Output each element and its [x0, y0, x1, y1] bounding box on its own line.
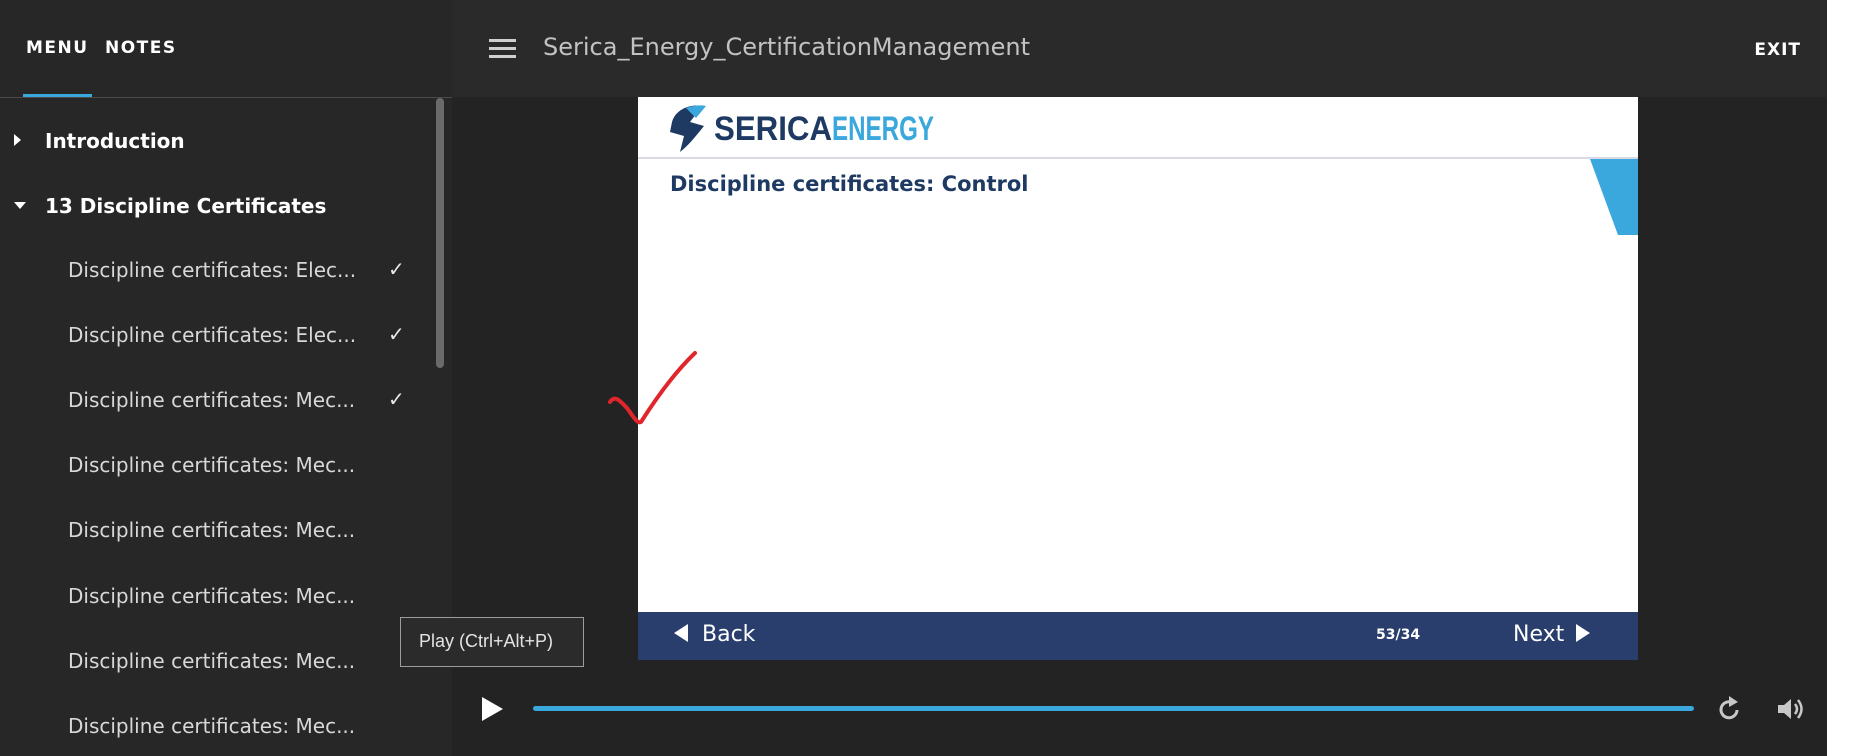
sidebar-scrollbar[interactable] [436, 98, 444, 368]
list-item[interactable]: Discipline certificates: Mec... [0, 699, 430, 755]
tooltip-text: Play (Ctrl+Alt+P) [419, 631, 554, 651]
list-item-label: Discipline certificates: Mec... [68, 649, 356, 673]
slide-title: Discipline certificates: Control [670, 172, 1029, 196]
page-counter: 53/34 [1376, 627, 1421, 643]
progress-bar[interactable] [533, 706, 1694, 711]
tab-menu[interactable]: MENU [26, 38, 89, 58]
corner-accent [1590, 159, 1638, 235]
back-arrow-icon [674, 624, 688, 642]
logo-part2: ENERGY [832, 110, 934, 148]
sidebar-tabs: MENU NOTES [0, 0, 452, 98]
list-item-label: Discipline certificates: Elec... [68, 323, 357, 347]
checkmark-icon: ✓ [388, 257, 405, 281]
list-item[interactable]: Discipline certificates: Mec... ✓ [0, 373, 430, 429]
play-tooltip: Play (Ctrl+Alt+P) [400, 617, 584, 667]
next-label: Next [1513, 622, 1565, 647]
list-item-label: Discipline certificates: Elec... [68, 258, 357, 282]
caret-down-icon [14, 202, 26, 209]
section-introduction[interactable]: Introduction [0, 115, 430, 169]
list-item-label: Discipline certificates: Mec... [68, 714, 356, 738]
volume-icon[interactable] [1775, 695, 1805, 723]
red-checkmark-annotation [608, 351, 697, 425]
list-item[interactable]: Discipline certificates: Elec... ✓ [0, 243, 430, 299]
sidebar: MENU NOTES Introduction 13 Discipline Ce… [0, 0, 452, 756]
caret-right-icon [14, 134, 21, 146]
active-tab-indicator [23, 94, 92, 97]
next-arrow-icon [1576, 624, 1591, 642]
list-item[interactable]: Discipline certificates: Mec... [0, 569, 430, 625]
top-bar: Serica_Energy_CertificationManagement EX… [452, 0, 1827, 97]
serica-energy-logo: SERICA ENERGY [670, 105, 934, 152]
exit-button[interactable]: EXIT [1754, 40, 1801, 60]
list-item-label: Discipline certificates: Mec... [68, 453, 356, 477]
section-label: 13 Discipline Certificates [45, 194, 327, 218]
back-button[interactable]: Back [674, 622, 755, 647]
list-item[interactable]: Discipline certificates: Elec... ✓ [0, 308, 430, 364]
list-item[interactable]: Discipline certificates: Mec... [0, 503, 430, 559]
window-edge [1827, 0, 1857, 756]
list-item[interactable]: Discipline certificates: Mec... [0, 438, 430, 494]
next-button[interactable]: Next [1513, 622, 1591, 647]
logo-part1: SERICA [714, 110, 832, 148]
list-item-label: Discipline certificates: Mec... [68, 518, 356, 542]
checkmark-icon: ✓ [388, 322, 405, 346]
list-item[interactable]: Discipline certificates: Mec... [0, 634, 430, 690]
slide-nav-bar: Back 53/34 Next [638, 612, 1638, 660]
section-label: Introduction [45, 129, 185, 153]
list-item-label: Discipline certificates: Mec... [68, 584, 356, 608]
back-label: Back [702, 622, 756, 647]
hamburger-menu-icon[interactable] [489, 39, 516, 58]
slide: SERICA ENERGY Discipline certificates: C… [638, 97, 1638, 660]
list-item-label: Discipline certificates: Mec... [68, 388, 356, 412]
play-icon[interactable] [478, 695, 506, 723]
replay-icon[interactable] [1716, 695, 1742, 723]
course-title: Serica_Energy_CertificationManagement [543, 33, 1031, 61]
slide-header: SERICA ENERGY [638, 97, 1638, 159]
tab-notes[interactable]: NOTES [105, 38, 177, 58]
section-discipline-certificates[interactable]: 13 Discipline Certificates [0, 180, 430, 234]
checkmark-icon: ✓ [388, 387, 405, 411]
